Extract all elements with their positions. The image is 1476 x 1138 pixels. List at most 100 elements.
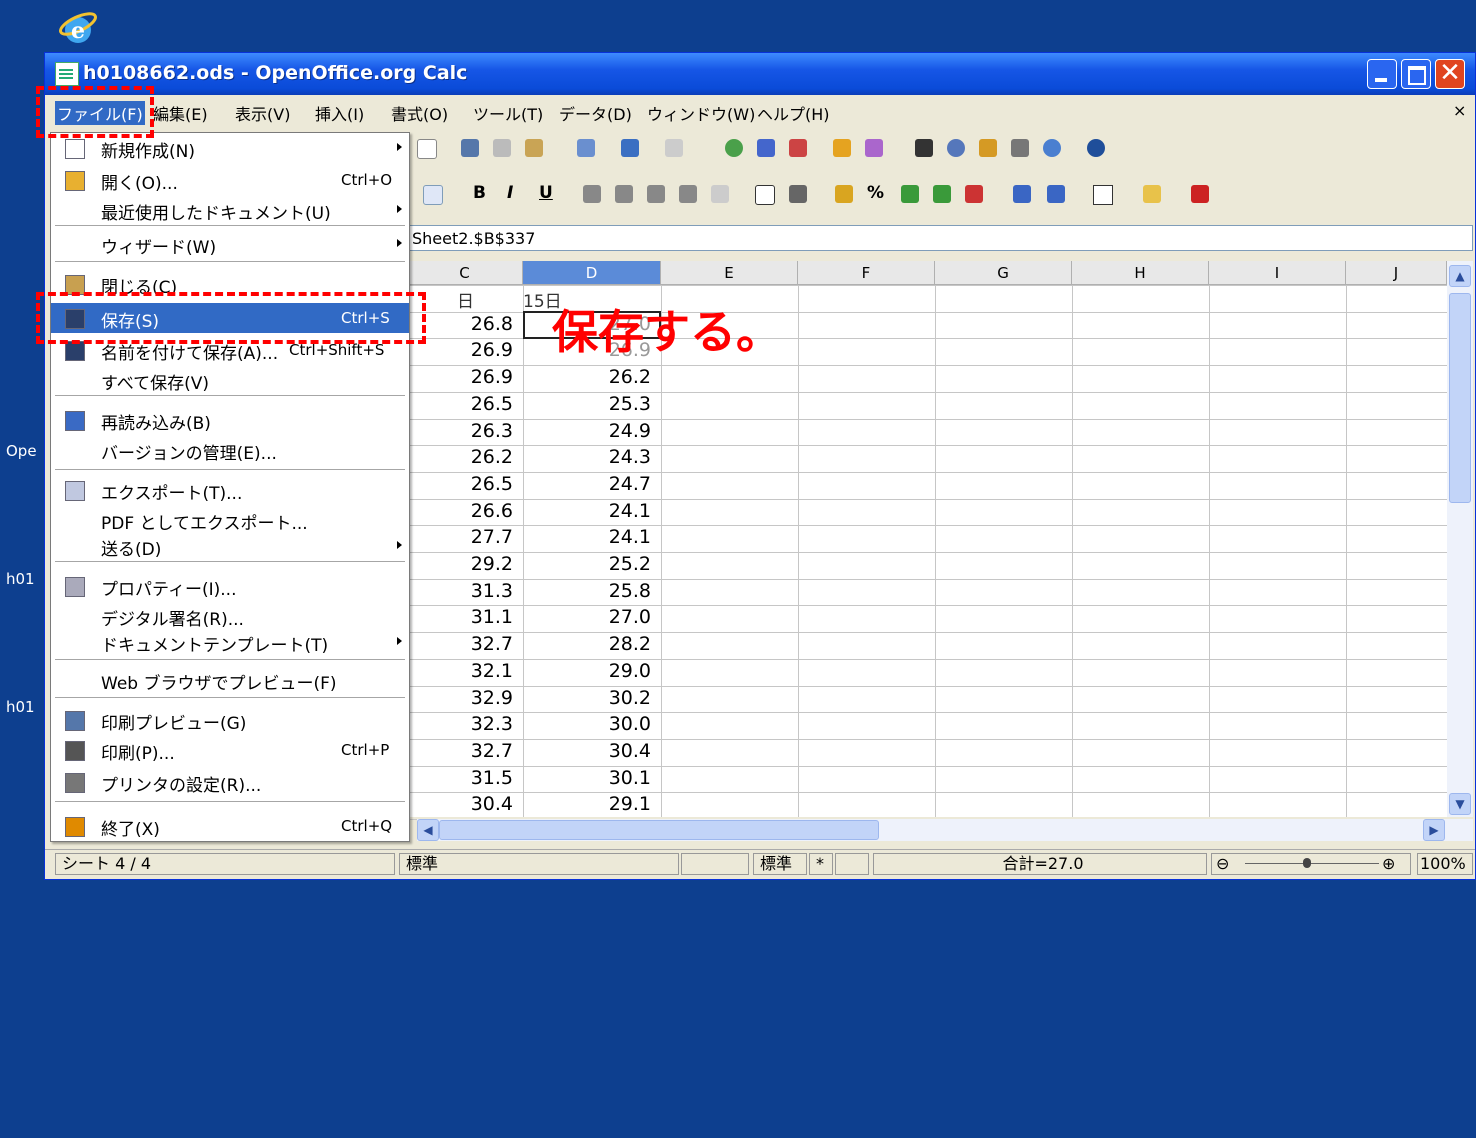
column-header-e[interactable]: E [661,261,798,285]
delete-decimal-icon[interactable] [965,185,983,203]
close-document-icon[interactable]: × [1453,101,1466,120]
scroll-left-icon[interactable]: ◀ [417,819,439,841]
horizontal-scroll-thumb[interactable] [439,820,879,840]
cell-d[interactable]: 24.7 [521,473,651,495]
bold-button[interactable]: B [473,183,486,203]
file-menu-item[interactable]: すべて保存(V) [51,365,409,395]
cell-d[interactable]: 25.2 [521,553,651,575]
navigator-icon[interactable] [947,139,965,157]
chart-icon[interactable] [833,139,851,157]
percent-format-button[interactable]: % [867,183,884,203]
desktop-icon-label[interactable]: h01 [6,698,35,716]
column-header-f[interactable]: F [798,261,935,285]
spellcheck-icon[interactable] [417,139,437,159]
spreadsheet-doc-icon[interactable] [55,62,79,86]
cell-d[interactable]: 25.8 [521,580,651,602]
cell-d[interactable]: 25.3 [521,393,651,415]
cell-d[interactable]: 24.1 [521,500,651,522]
desktop-icon-label[interactable]: h01 [6,570,35,588]
menu-format[interactable]: 書式(O) [391,101,448,125]
cell-d[interactable]: 24.9 [521,420,651,442]
cut-icon[interactable] [461,139,479,157]
menu-insert[interactable]: 挿入(I) [315,101,364,125]
column-header-d[interactable]: D [523,261,661,285]
column-header-i[interactable]: I [1209,261,1346,285]
copy-icon[interactable] [493,139,511,157]
add-decimal-icon[interactable] [933,185,951,203]
desktop-icon-label[interactable]: Ope [6,442,37,460]
font-size-dropdown-icon[interactable] [423,185,443,205]
standard-number-format-icon[interactable] [901,185,919,203]
cell-d[interactable]: 30.4 [521,740,651,762]
align-center-icon[interactable] [615,185,633,203]
maximize-button[interactable] [1401,59,1431,89]
file-menu-item[interactable]: 送る(D) [51,531,409,561]
file-menu-item[interactable]: 印刷(P)... Ctrl+P [51,735,409,765]
file-menu-item[interactable]: 再読み込み(B) [51,405,409,435]
paste-icon[interactable] [525,139,543,157]
scroll-up-icon[interactable]: ▲ [1449,265,1471,287]
horizontal-scrollbar[interactable]: ◀ ▶ [417,819,1473,841]
sort-ascending-icon[interactable] [757,139,775,157]
zoom-level[interactable]: 100% [1417,853,1473,875]
title-bar[interactable]: h0108662.ods - OpenOffice.org Calc ✕ [45,53,1475,95]
draw-functions-icon[interactable] [865,139,883,157]
decrease-indent-icon[interactable] [1013,185,1031,203]
menu-edit[interactable]: 編集(E) [153,101,208,125]
menu-data[interactable]: データ(D) [559,101,632,125]
cell-d[interactable]: 30.0 [521,713,651,735]
background-color-icon[interactable] [1143,185,1161,203]
file-menu-item[interactable]: エクスポート(T)... [51,475,409,505]
sheet-indicator[interactable]: シート 4 / 4 [55,853,395,875]
minimize-button[interactable] [1367,59,1397,89]
cell-d[interactable]: 26.2 [521,366,651,388]
scroll-right-icon[interactable]: ▶ [1423,819,1445,841]
file-menu-item[interactable]: ドキュメントテンプレート(T) [51,627,409,657]
sort-descending-icon[interactable] [789,139,807,157]
zoom-slider[interactable]: ⊖ ⊕ [1211,853,1411,875]
merge-cells-icon[interactable] [711,185,729,203]
column-header-c[interactable]: C [407,261,523,285]
redo-icon[interactable] [665,139,683,157]
cell-d[interactable]: 24.3 [521,446,651,468]
justify-icon[interactable] [679,185,697,203]
increase-indent-icon[interactable] [1047,185,1065,203]
font-color-icon[interactable] [1191,185,1209,203]
column-header-g[interactable]: G [935,261,1072,285]
menu-tools[interactable]: ツール(T) [473,101,543,125]
file-menu-item[interactable]: プロパティー(I)... [51,571,409,601]
file-menu-item[interactable]: 開く(O)... Ctrl+O [51,165,409,195]
zoom-icon[interactable] [1043,139,1061,157]
close-button[interactable]: ✕ [1435,59,1465,89]
undo-icon[interactable] [621,139,639,157]
file-menu-item[interactable]: 終了(X) Ctrl+Q [51,811,409,841]
cell-d[interactable]: 29.1 [521,793,651,815]
cell-d[interactable]: 30.2 [521,687,651,709]
file-menu-item[interactable]: 最近使用したドキュメント(U) [51,195,409,225]
column-header-j[interactable]: J [1346,261,1447,285]
align-left-icon[interactable] [583,185,601,203]
menu-help[interactable]: ヘルプ(H) [757,101,830,125]
hyperlink-icon[interactable] [725,139,743,157]
column-header-h[interactable]: H [1072,261,1209,285]
scroll-down-icon[interactable]: ▼ [1449,793,1471,815]
menu-window[interactable]: ウィンドウ(W) [647,101,755,125]
name-box[interactable]: Sheet2.$B$337 [407,225,1473,251]
vertical-scroll-thumb[interactable] [1449,293,1471,503]
insert-mode[interactable]: 標準 [753,853,807,875]
file-menu-item[interactable]: ウィザード(W) [51,229,409,259]
zoom-in-icon[interactable]: ⊕ [1382,854,1395,874]
zoom-slider-knob[interactable] [1303,858,1311,868]
vertical-text-icon[interactable] [789,185,807,203]
italic-button[interactable]: I [507,183,513,203]
borders-icon[interactable] [1093,185,1113,205]
data-sources-icon[interactable] [1011,139,1029,157]
currency-format-icon[interactable] [835,185,853,203]
cell-d[interactable]: 28.2 [521,633,651,655]
file-menu-item[interactable]: プリンタの設定(R)... [51,767,409,797]
vertical-scrollbar[interactable]: ▲ ▼ [1447,261,1473,817]
cell-d[interactable]: 29.0 [521,660,651,682]
file-menu-item[interactable]: Web ブラウザでプレビュー(F) [51,665,409,695]
underline-button[interactable]: U [539,183,553,203]
align-right-icon[interactable] [647,185,665,203]
